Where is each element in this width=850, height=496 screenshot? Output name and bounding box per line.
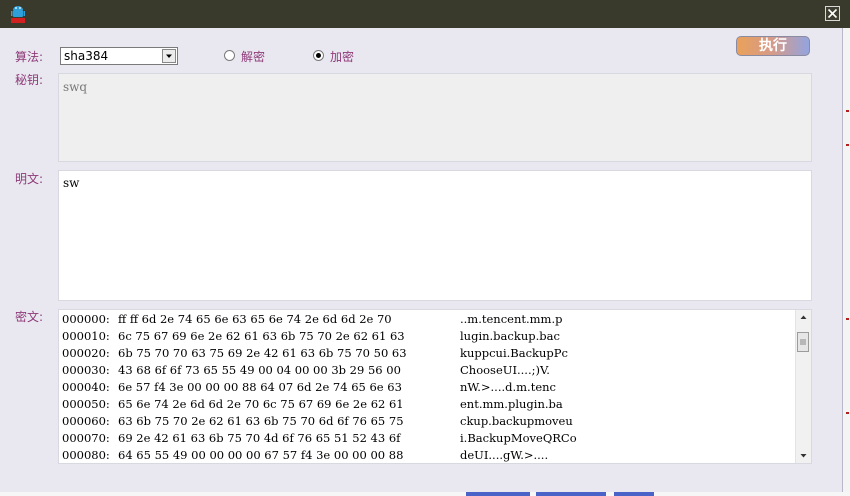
execute-button[interactable]: 执行	[736, 36, 810, 56]
plaintext-textarea[interactable]: sw	[58, 170, 812, 301]
android-robot-icon	[8, 4, 28, 24]
title-bar[interactable]	[0, 0, 850, 28]
chevron-down-icon[interactable]	[162, 49, 176, 63]
algorithm-value: sha384	[64, 49, 109, 63]
background-window-bottom	[0, 492, 850, 496]
key-textarea[interactable]: swq	[58, 73, 812, 162]
plaintext-label: 明文:	[15, 172, 44, 186]
plaintext-value: sw	[63, 176, 80, 190]
radio-encrypt[interactable]	[313, 50, 324, 61]
radio-encrypt-label: 加密	[330, 50, 355, 64]
background-window-edge	[842, 28, 850, 496]
key-value: swq	[63, 80, 88, 94]
scroll-down-arrow-icon[interactable]	[796, 448, 811, 463]
radio-decrypt-label: 解密	[241, 50, 266, 64]
scroll-up-arrow-icon[interactable]	[796, 310, 811, 325]
algorithm-select[interactable]: sha384	[60, 47, 178, 65]
encrypt-tool-window: 算法: sha384 解密 加密 执行 秘钥: swq 明文: sw 密文: 0…	[0, 0, 850, 493]
ciphertext-label: 密文:	[15, 310, 44, 324]
close-icon	[827, 8, 838, 19]
radio-decrypt[interactable]	[224, 50, 235, 61]
close-button[interactable]	[825, 6, 840, 21]
key-label: 秘钥:	[15, 73, 44, 87]
ciphertext-textarea[interactable]: 000000: ff ff 6d 2e 74 65 6e 63 65 6e 74 …	[58, 309, 812, 464]
scrollbar-thumb[interactable]	[797, 332, 809, 352]
radio-selected-dot	[316, 53, 321, 58]
algorithm-label: 算法:	[15, 50, 44, 64]
vertical-scrollbar[interactable]	[795, 310, 811, 463]
